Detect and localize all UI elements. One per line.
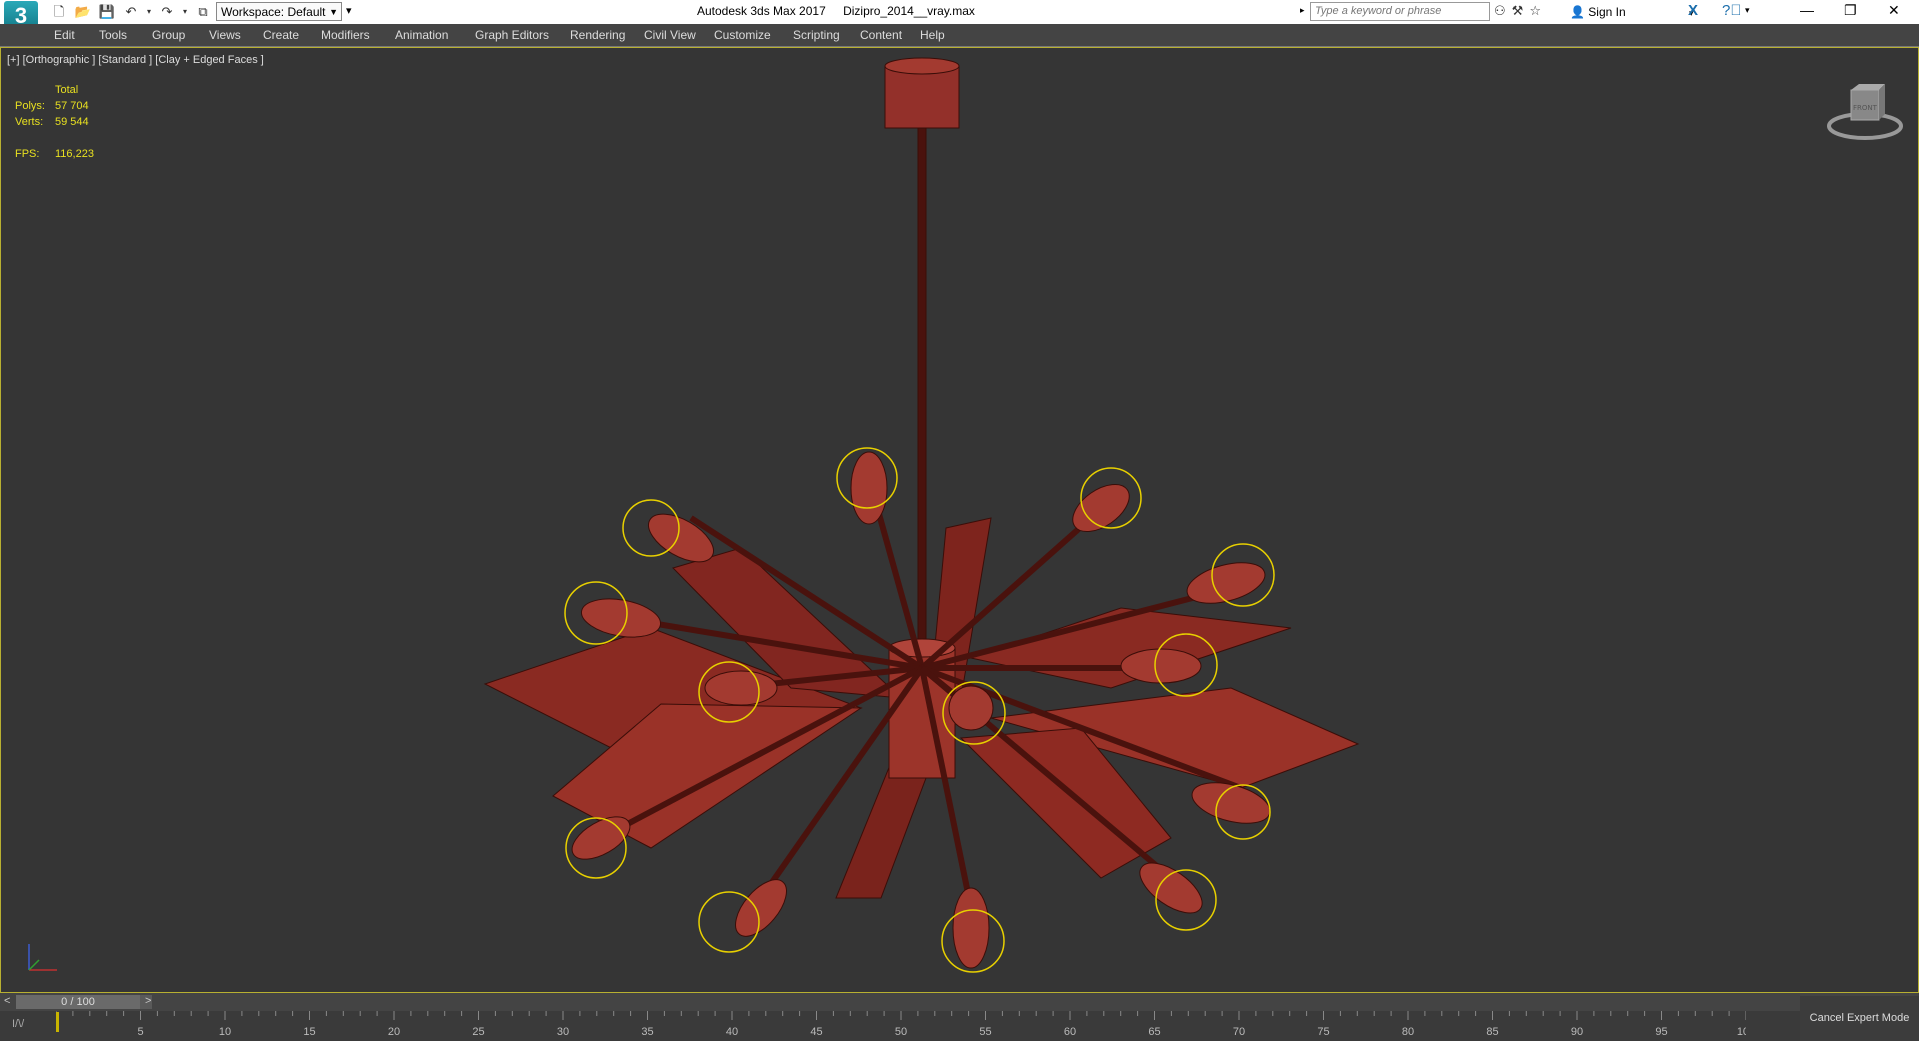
prev-frame-icon[interactable]: < [4,995,10,1007]
menu-rendering[interactable]: Rendering [570,28,625,42]
menu-graph-editors[interactable]: Graph Editors [475,28,549,42]
menu-customize[interactable]: Customize [714,28,771,42]
search-placeholder: Type a keyword or phrase [1315,5,1442,17]
frame-tick-label: 5 [137,1026,143,1038]
redo-dropdown-icon[interactable]: ▾ [180,3,190,21]
save-icon[interactable]: 💾 [96,3,118,21]
frame-tick-label: 35 [641,1026,653,1038]
restore-icon[interactable]: ❐ [1844,2,1857,19]
time-slider[interactable]: < 0 / 100 > [0,993,1919,1011]
mini-curve-editor-icon[interactable]: I/\/ [12,1018,24,1030]
frame-tick-label: 20 [388,1026,400,1038]
file-name: Dizipro_2014__vray.max [843,4,975,18]
menu-views[interactable]: Views [209,28,241,42]
menu-group[interactable]: Group [152,28,185,42]
undo-icon[interactable]: ↶ [120,3,142,21]
chandelier-model[interactable] [1,48,1918,992]
menu-create[interactable]: Create [263,28,299,42]
menu-civil-view[interactable]: Civil View [644,28,696,42]
menu-scripting[interactable]: Scripting [793,28,840,42]
exchange-apps-icon[interactable]: X [1688,2,1698,19]
project-folder-icon[interactable]: ⧉ [192,3,214,21]
frame-tick-label: 95 [1655,1026,1667,1038]
workspace-dropdown[interactable]: Workspace: Default ▼ [216,2,342,21]
current-frame-marker[interactable] [56,1012,59,1032]
search-arrow-icon[interactable]: ▸ [1300,5,1305,16]
frame-tick-label: 90 [1571,1026,1583,1038]
frame-tick-label: 60 [1064,1026,1076,1038]
minimize-icon[interactable]: — [1800,2,1814,18]
customize-qa-icon[interactable]: ▾ [346,4,352,17]
help-icon[interactable]: ?⃝ [1722,2,1742,19]
track-bar[interactable]: 5 10 15 20 25 30 35 40 45 50 55 60 65 70 75 80 85 90 95 100 [0,1011,1919,1041]
frame-tick-label: 55 [979,1026,991,1038]
binoculars-icon[interactable]: ⚇ [1494,3,1506,19]
frame-tick-label: 15 [303,1026,315,1038]
frame-tick-label: 100 [1737,1026,1746,1038]
time-slider-thumb[interactable]: 0 / 100 [16,995,140,1009]
frame-tick-label: 80 [1402,1026,1414,1038]
next-frame-icon[interactable]: > [145,995,151,1007]
frame-tick-label: 10 [219,1026,231,1038]
menu-edit[interactable]: Edit [54,28,75,42]
infocenter-tools: ⚇ ⚒ ☆ [1494,3,1541,19]
user-icon: 👤 [1570,5,1585,19]
sign-in-button[interactable]: 👤 Sign In ▾ [1570,5,1694,19]
frame-ruler: 5 10 15 20 25 30 35 40 45 50 55 60 65 70 75 80 85 90 95 100 [56,1011,1746,1038]
menu-animation[interactable]: Animation [395,28,448,42]
title-bar: 3 🗋 📂 💾 ↶ ▾ ↷ ▾ ⧉ Workspace: Default ▼ ▾… [0,0,1919,37]
frame-tick-label: 25 [472,1026,484,1038]
viewport[interactable]: [+] [Orthographic ] [Standard ] [Clay + … [0,47,1919,993]
open-file-icon[interactable]: 📂 [72,3,94,21]
new-file-icon[interactable]: 🗋 [48,3,70,21]
frame-tick-label: 70 [1233,1026,1245,1038]
frame-tick-label: 65 [1148,1026,1160,1038]
menu-help[interactable]: Help [920,28,945,42]
menu-content[interactable]: Content [860,28,902,42]
workspace-label: Workspace: Default [221,5,326,19]
subscription-icon[interactable]: ⚒ [1512,3,1524,19]
frame-tick-label: 45 [810,1026,822,1038]
menu-tools[interactable]: Tools [99,28,127,42]
menu-bar: Edit Tools Group Views Create Modifiers … [0,24,1919,47]
quick-access-toolbar: 🗋 📂 💾 ↶ ▾ ↷ ▾ ⧉ [48,3,214,21]
search-input[interactable]: Type a keyword or phrase [1310,2,1490,21]
menu-modifiers[interactable]: Modifiers [321,28,370,42]
help-dropdown-icon[interactable]: ▾ [1745,5,1750,16]
redo-icon[interactable]: ↷ [156,3,178,21]
cancel-expert-mode-button[interactable]: Cancel Expert Mode [1800,996,1919,1041]
frame-tick-label: 85 [1486,1026,1498,1038]
frame-tick-label: 75 [1317,1026,1329,1038]
frame-tick-label: 30 [557,1026,569,1038]
frame-tick-label: 50 [895,1026,907,1038]
favorites-star-icon[interactable]: ☆ [1529,3,1541,19]
frame-tick-label: 40 [726,1026,738,1038]
chevron-down-icon: ▼ [329,7,338,17]
sign-in-label: Sign In [1588,5,1626,19]
app-name: Autodesk 3ds Max 2017 [697,4,826,18]
window-title: Autodesk 3ds Max 2017 Dizipro_2014__vray… [697,4,989,18]
undo-dropdown-icon[interactable]: ▾ [144,3,154,21]
close-icon[interactable]: ✕ [1888,2,1900,19]
